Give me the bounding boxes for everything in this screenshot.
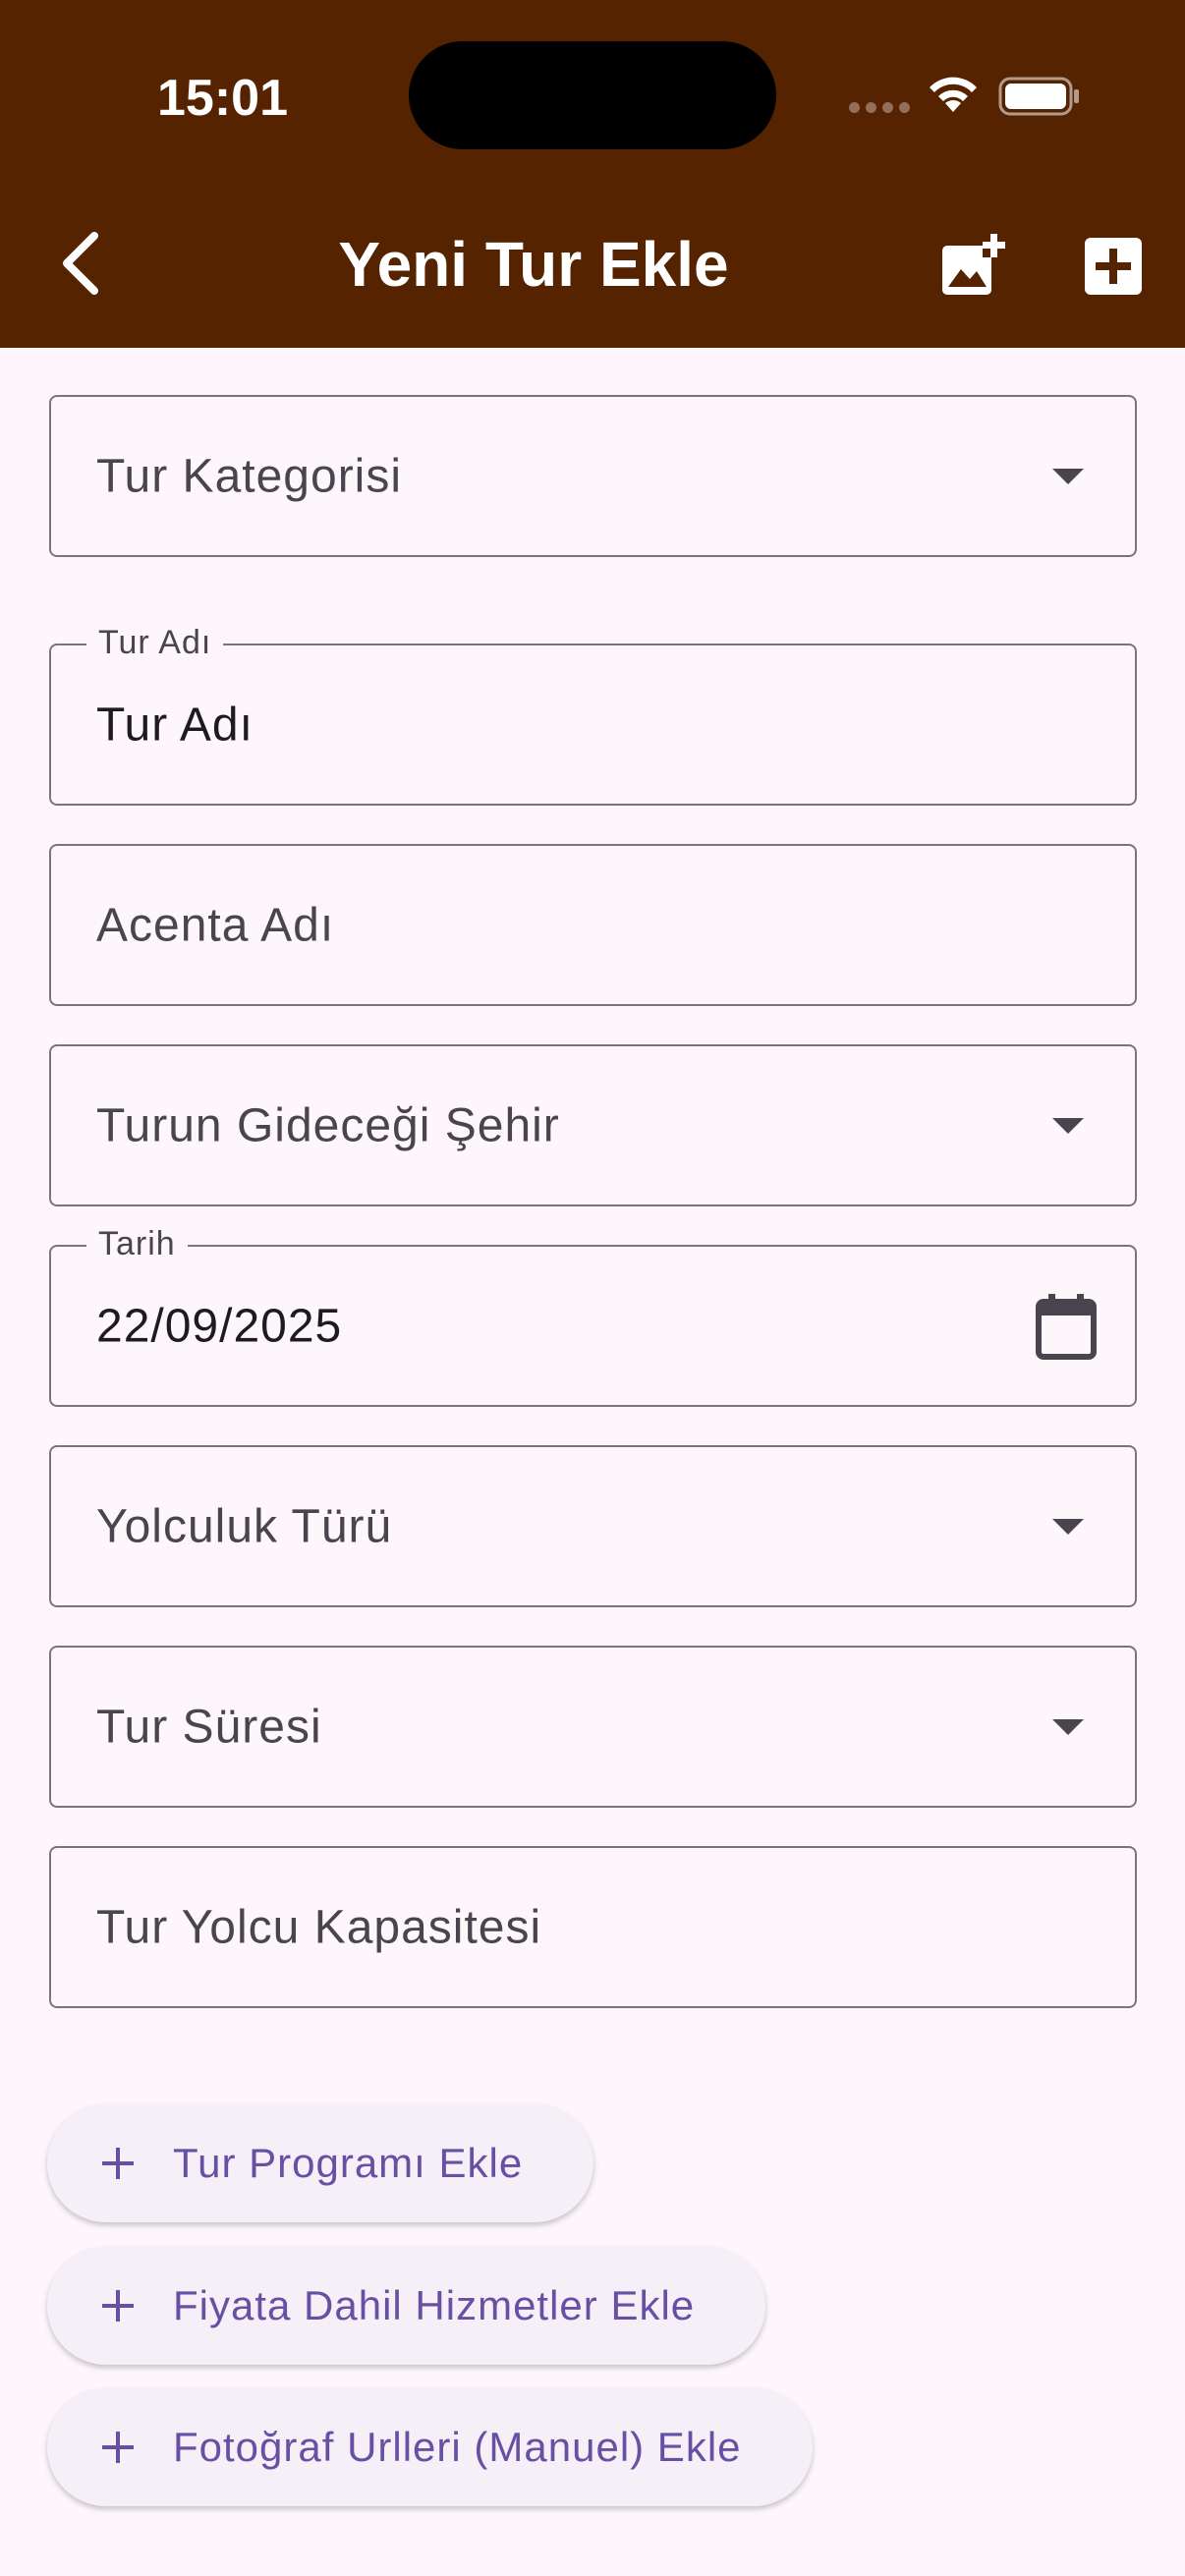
date-label: Tarih	[86, 1225, 188, 1263]
travel-type-dropdown[interactable]: Yolculuk Türü	[49, 1445, 1137, 1607]
app-bar: 15:01 Yeni Tur Ekle	[0, 0, 1185, 348]
dropdown-arrow-icon	[1052, 1117, 1084, 1134]
destination-city-placeholder: Turun Gideceği Şehir	[96, 1099, 560, 1151]
add-box-icon[interactable]	[1085, 238, 1142, 295]
add-photo-icon[interactable]	[939, 232, 1006, 299]
tour-duration-dropdown[interactable]: Tur Süresi	[49, 1646, 1137, 1808]
add-photo-urls-label: Fotoğraf Urlleri (Manuel) Ekle	[173, 2424, 742, 2470]
add-photo-urls-button[interactable]: Fotoğraf Urlleri (Manuel) Ekle	[47, 2388, 813, 2506]
agency-name-field[interactable]: Acenta Adı	[49, 844, 1137, 1006]
tour-duration-placeholder: Tur Süresi	[96, 1701, 322, 1753]
tour-category-placeholder: Tur Kategorisi	[96, 450, 402, 502]
passenger-capacity-field[interactable]: Tur Yolcu Kapasitesi	[49, 1846, 1137, 2008]
destination-city-dropdown[interactable]: Turun Gideceği Şehir	[49, 1044, 1137, 1206]
travel-type-placeholder: Yolculuk Türü	[96, 1500, 393, 1552]
dynamic-island	[409, 41, 776, 149]
tour-name-label: Tur Adı	[86, 624, 224, 662]
add-tour-program-button[interactable]: Tur Programı Ekle	[47, 2104, 594, 2222]
date-field[interactable]: Tarih 22/09/2025	[49, 1225, 1137, 1407]
page-title: Yeni Tur Ekle	[338, 229, 729, 300]
dropdown-arrow-icon	[1052, 468, 1084, 484]
status-time: 15:01	[157, 70, 288, 127]
cellular-signal-icon	[849, 102, 910, 113]
wifi-icon	[930, 77, 977, 112]
add-included-services-label: Fiyata Dahil Hizmetler Ekle	[173, 2282, 696, 2328]
dropdown-arrow-icon	[1052, 1518, 1084, 1535]
plus-icon	[102, 2290, 134, 2322]
tour-category-dropdown[interactable]: Tur Kategorisi	[49, 395, 1137, 557]
agency-name-placeholder: Acenta Adı	[96, 899, 335, 951]
add-tour-program-label: Tur Programı Ekle	[173, 2140, 524, 2186]
plus-icon	[102, 2148, 134, 2179]
add-included-services-button[interactable]: Fiyata Dahil Hizmetler Ekle	[47, 2247, 766, 2365]
dropdown-arrow-icon	[1052, 1718, 1084, 1735]
date-value: 22/09/2025	[96, 1300, 343, 1352]
calendar-icon[interactable]	[1035, 1292, 1098, 1361]
plus-icon	[102, 2432, 134, 2463]
battery-icon	[998, 77, 1079, 116]
tour-name-value: Tur Adı	[96, 699, 254, 751]
passenger-capacity-placeholder: Tur Yolcu Kapasitesi	[96, 1901, 542, 1953]
tour-name-field[interactable]: Tur Adı Tur Adı	[49, 624, 1137, 806]
